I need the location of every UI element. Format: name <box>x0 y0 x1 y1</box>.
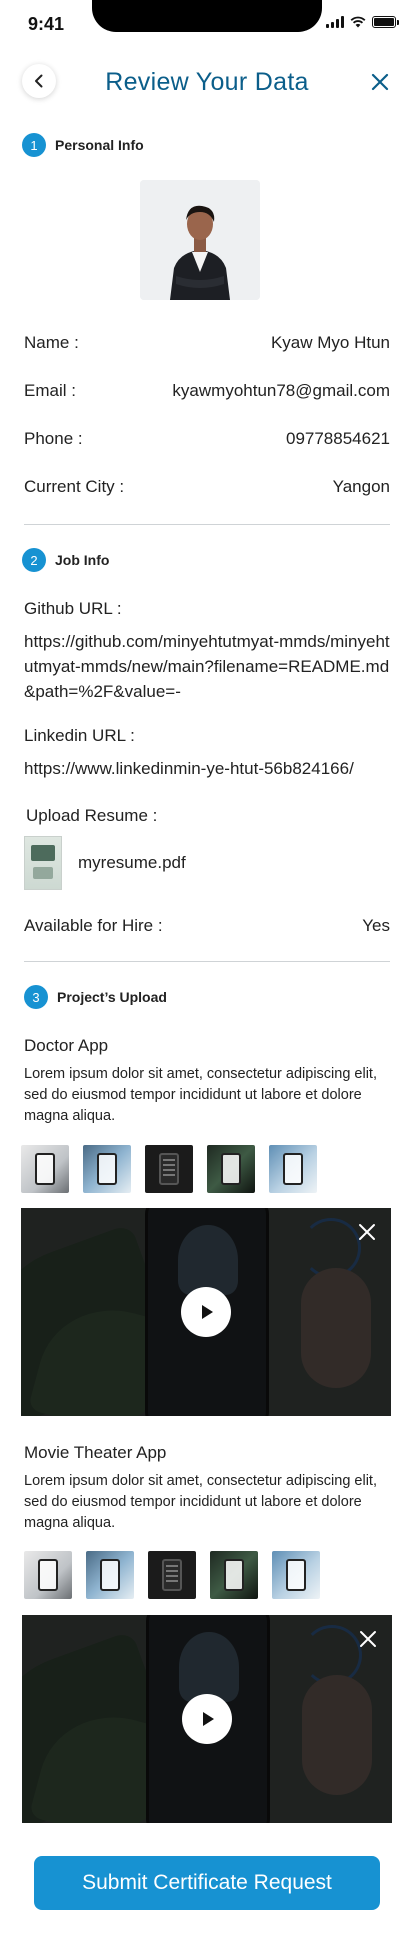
divider <box>24 524 390 525</box>
battery-icon <box>372 16 399 28</box>
screenshot-thumbnail[interactable] <box>145 1145 193 1193</box>
screenshot-thumbnail[interactable] <box>148 1551 196 1599</box>
screenshot-thumbnail[interactable] <box>24 1551 72 1599</box>
section-job-info: 2 Job Info <box>22 548 109 572</box>
close-icon <box>359 1224 375 1240</box>
linkedin-label: Linkedin URL : <box>24 726 135 745</box>
linkedin-url[interactable]: https://www.linkedinmin-ye-htut-56b82416… <box>24 756 394 781</box>
screenshot-thumbnail[interactable] <box>207 1145 255 1193</box>
screenshot-thumbnails <box>21 1145 317 1193</box>
phone-label: Phone : <box>24 429 83 448</box>
project-title: Movie Theater App <box>24 1443 167 1462</box>
project-description: Lorem ipsum dolor sit amet, consectetur … <box>24 1473 377 1531</box>
close-icon <box>371 73 389 91</box>
step-number: 2 <box>22 548 46 572</box>
section-label: Job Info <box>55 552 110 568</box>
play-icon <box>203 1712 214 1726</box>
play-button[interactable] <box>182 1694 232 1744</box>
phone-row: Phone : 09778854621 <box>24 429 390 449</box>
hire-label: Available for Hire : <box>24 916 163 935</box>
avatar <box>140 180 260 300</box>
screenshot-thumbnail[interactable] <box>83 1145 131 1193</box>
city-row: Current City : Yangon <box>24 477 390 497</box>
screenshot-thumbnail[interactable] <box>269 1145 317 1193</box>
email-row: Email : kyawmyohtun78@gmail.com <box>24 381 390 401</box>
section-label: Personal Info <box>55 137 144 153</box>
phone-value: 09778854621 <box>285 429 390 448</box>
video-preview[interactable] <box>22 1615 392 1823</box>
resume-label: Upload Resume : <box>26 806 158 825</box>
section-projects: 3 Project’s Upload <box>24 985 167 1009</box>
pdf-thumbnail <box>24 836 62 890</box>
resume-filename: myresume.pdf <box>78 853 186 872</box>
wifi-icon <box>350 16 366 28</box>
section-label: Project’s Upload <box>57 989 167 1005</box>
name-value: Kyaw Myo Htun <box>270 333 390 352</box>
screenshot-thumbnail[interactable] <box>210 1551 258 1599</box>
submit-certificate-button[interactable]: Submit Certificate Request <box>34 1856 380 1910</box>
divider <box>24 961 390 962</box>
name-label: Name : <box>24 333 79 352</box>
resume-file[interactable]: myresume.pdf <box>24 836 186 890</box>
screenshot-thumbnails <box>24 1551 320 1599</box>
project-title: Doctor App <box>24 1036 109 1055</box>
screenshot-thumbnail[interactable] <box>86 1551 134 1599</box>
status-time: 9:41 <box>28 14 65 34</box>
name-row: Name : Kyaw Myo Htun <box>24 333 390 353</box>
github-url[interactable]: https://github.com/minyehtutmyat-mmds/mi… <box>24 629 394 704</box>
step-number: 3 <box>24 985 48 1009</box>
city-label: Current City : <box>24 477 125 496</box>
city-value: Yangon <box>332 477 390 496</box>
project-description: Lorem ipsum dolor sit amet, consectetur … <box>24 1066 377 1124</box>
hire-value: Yes <box>362 916 390 935</box>
profile-photo <box>140 180 260 300</box>
page-title: Review Your Data <box>105 68 309 96</box>
hire-row: Available for Hire : Yes <box>24 916 390 936</box>
signal-icon <box>326 16 344 28</box>
status-bar: 9:41 <box>0 0 414 44</box>
status-icons <box>326 16 399 28</box>
play-button[interactable] <box>181 1287 231 1337</box>
email-value: kyawmyohtun78@gmail.com <box>172 381 390 400</box>
screenshot-thumbnail[interactable] <box>272 1551 320 1599</box>
section-personal-info: 1 Personal Info <box>22 133 144 157</box>
email-label: Email : <box>24 381 76 400</box>
screenshot-thumbnail[interactable] <box>21 1145 69 1193</box>
remove-video-button[interactable] <box>356 1627 380 1651</box>
remove-video-button[interactable] <box>355 1220 379 1244</box>
step-number: 1 <box>22 133 46 157</box>
video-preview[interactable] <box>21 1208 391 1416</box>
close-icon <box>360 1631 376 1647</box>
header: Review Your Data <box>0 60 414 104</box>
github-label: Github URL : <box>24 599 122 618</box>
notch <box>92 0 322 32</box>
close-button[interactable] <box>366 68 394 96</box>
play-icon <box>202 1305 213 1319</box>
